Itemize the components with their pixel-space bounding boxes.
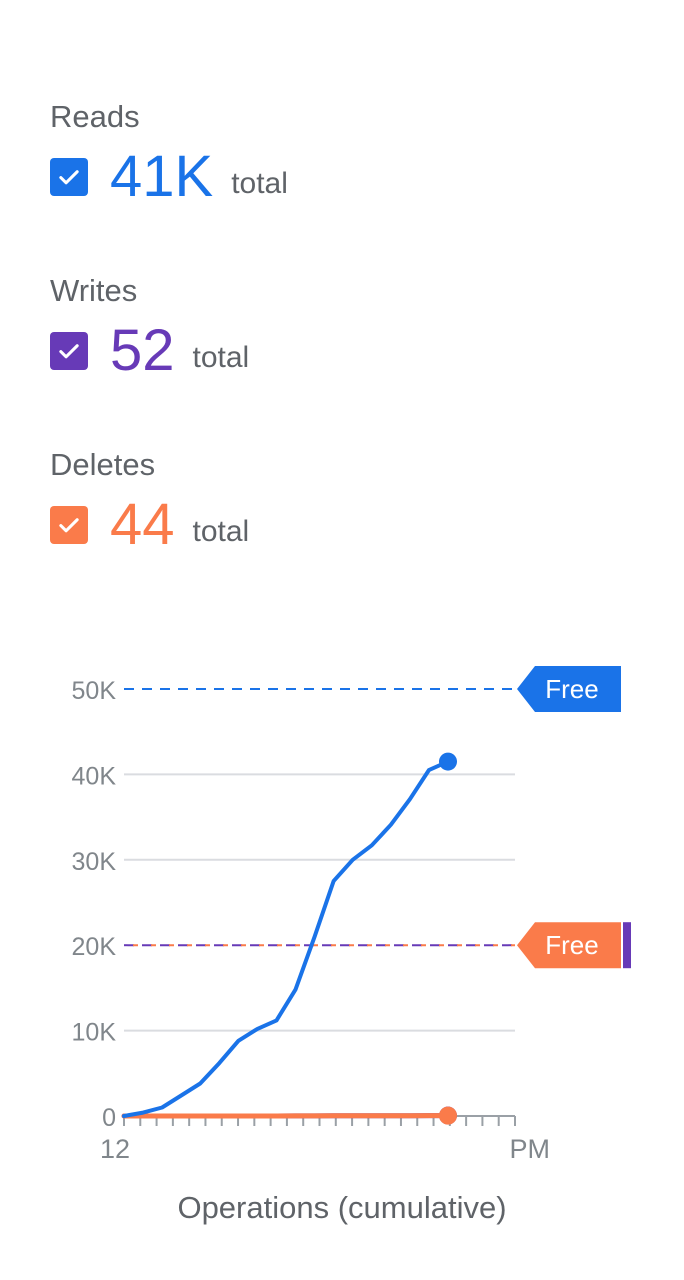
series-endpoint-reads [439,752,457,771]
reads-metric: Reads 41K total [50,97,288,209]
writes-metric: Writes 52 total [50,271,249,383]
y-tick-label: 50K [72,677,117,705]
deletes-total-value: 44 [110,492,175,557]
reads-label: Reads [50,99,140,134]
limit-flag-label: Free [545,674,598,704]
check-icon [59,518,79,533]
reads-total-value: 41K [110,144,214,209]
deletes-metric: Deletes 44 total [50,445,249,557]
y-tick-label: 30K [72,848,117,876]
x-tick-label: PM [510,1134,551,1164]
limit-flag-marker [623,922,631,969]
x-axis-title: Operations (cumulative) [177,1190,507,1225]
x-tick-label: 12 [100,1134,130,1164]
series-line-reads [122,759,450,1118]
y-tick-label: 20K [72,933,117,961]
limit-flag-label: Free [545,930,598,960]
deletes-label: Deletes [50,447,156,482]
check-icon [59,170,79,185]
series-endpoint-deletes [439,1106,457,1125]
reads-checkbox[interactable] [50,158,88,196]
check-icon [59,344,79,359]
y-tick-label: 40K [72,762,117,790]
writes-total-suffix: total [192,341,250,374]
y-tick-label: 0 [102,1104,116,1132]
reads-total-suffix: total [231,167,288,200]
deletes-checkbox[interactable] [50,506,88,544]
deletes-total-suffix: total [192,515,250,548]
y-tick-label: 10K [72,1019,117,1047]
operations-chart: 0 10K 20K 30K 40K 50K 12 PM Free Free [72,666,631,1164]
writes-total-value: 52 [110,318,175,383]
writes-label: Writes [50,273,138,308]
writes-checkbox[interactable] [50,332,88,370]
